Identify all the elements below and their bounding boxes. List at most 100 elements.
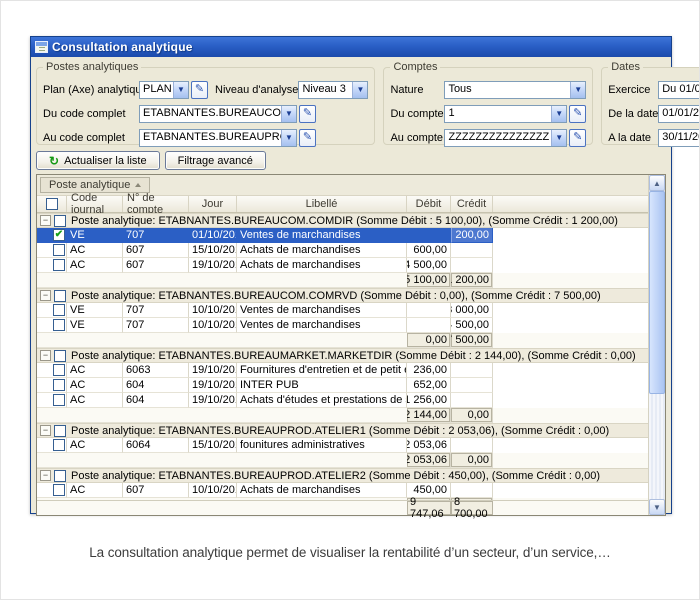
header-jour[interactable]: Jour (189, 196, 237, 212)
du-compte-edit-button[interactable]: ✎ (569, 105, 586, 123)
table-row[interactable]: AC60719/10/2010Achats de marchandises4 5… (37, 258, 648, 273)
cell-libelle: Ventes de marchandises (237, 303, 407, 318)
group-by-poste-analytique[interactable]: Poste analytique (40, 177, 150, 193)
header-debit[interactable]: Débit (407, 196, 451, 212)
chevron-down-icon[interactable]: ▼ (570, 82, 585, 98)
scrollbar-thumb[interactable] (649, 191, 665, 394)
exercice-combobox[interactable]: Du 01/01/10 au 31/12/10 ▼ (658, 81, 700, 99)
chevron-down-icon[interactable]: ▼ (551, 130, 566, 146)
row-checkbox[interactable] (53, 304, 65, 316)
table-row[interactable]: ✔VE70701/10/2010Ventes de marchandises1 … (37, 228, 648, 243)
cell-code-journal: AC (67, 363, 123, 378)
filters-panel-row: Postes analytiques Plan (Axe) analytique… (36, 61, 666, 145)
cell-numero-compte: 607 (123, 483, 189, 498)
a-la-date-combobox[interactable]: 30/11/2010 ▼ (658, 129, 700, 147)
cell-libelle: INTER PUB (237, 378, 407, 393)
collapse-minus-icon[interactable]: − (40, 470, 51, 481)
de-la-date-combobox[interactable]: 01/01/2010 ▼ (658, 105, 700, 123)
filtrage-avance-button[interactable]: Filtrage avancé (165, 151, 266, 170)
app-icon (35, 41, 48, 53)
au-code-complet-combobox[interactable]: ETABNANTES.BUREAUPROD.ATELIER2 ▼ (139, 129, 297, 147)
actualiser-la-liste-button[interactable]: ↻ Actualiser la liste (36, 151, 160, 170)
chevron-down-icon[interactable]: ▼ (551, 106, 566, 122)
group-checkbox[interactable] (54, 470, 66, 482)
row-checkbox[interactable] (53, 439, 65, 451)
cell-filler (493, 273, 648, 288)
cell-jour: 10/10/2010 (189, 303, 237, 318)
group-label: Poste analytique: ETABNANTES.BUREAUCOM.C… (67, 289, 648, 302)
row-checkbox[interactable] (53, 259, 65, 271)
chevron-down-icon[interactable]: ▼ (352, 82, 367, 98)
row-checkbox[interactable] (53, 319, 65, 331)
nature-combobox[interactable]: Tous ▼ (444, 81, 586, 99)
header-numero-compte[interactable]: N° de compte (123, 196, 189, 212)
cell-numero-compte: 707 (123, 318, 189, 333)
cell-libelle: Achats de marchandises (237, 483, 407, 498)
cell-jour: 15/10/2010 (189, 438, 237, 453)
cell-filler (493, 438, 648, 453)
du-code-complet-edit-button[interactable]: ✎ (299, 105, 316, 123)
scroll-up-button[interactable]: ▲ (649, 175, 665, 191)
group-checkbox[interactable] (54, 350, 66, 362)
row-checkbox[interactable]: ✔ (53, 229, 65, 241)
cell-code-journal: VE (67, 318, 123, 333)
plan-axe-combobox[interactable]: PLAN : ▼ (139, 81, 189, 99)
title-bar[interactable]: Consultation analytique (31, 37, 671, 57)
au-compte-combobox[interactable]: ZZZZZZZZZZZZZZZ ▼ (444, 129, 567, 147)
group-header-row[interactable]: −Poste analytique: ETABNANTES.BUREAUPROD… (37, 423, 648, 438)
cell-numero-compte: 607 (123, 243, 189, 258)
row-checkbox[interactable] (53, 379, 65, 391)
table-row[interactable]: VE70710/10/2010Ventes de marchandises4 5… (37, 318, 648, 333)
table-row[interactable]: AC606415/10/2010founitures administrativ… (37, 438, 648, 453)
cell-numero-compte: 604 (123, 393, 189, 408)
collapse-minus-icon[interactable]: − (40, 215, 51, 226)
cell-numero-compte: 707 (123, 228, 189, 243)
header-libelle[interactable]: Libellé (237, 196, 407, 212)
header-credit[interactable]: Crédit (451, 196, 493, 212)
group-checkbox[interactable] (54, 290, 66, 302)
du-compte-combobox[interactable]: 1 ▼ (444, 105, 567, 123)
subtotal-spacer (37, 333, 407, 348)
cell-libelle: founitures administratives (237, 438, 407, 453)
scrollbar-track[interactable] (649, 191, 665, 499)
collapse-minus-icon[interactable]: − (40, 290, 51, 301)
plan-axe-value: PLAN : (140, 82, 173, 98)
group-header-row[interactable]: −Poste analytique: ETABNANTES.BUREAUPROD… (37, 468, 648, 483)
group-header-row[interactable]: −Poste analytique: ETABNANTES.BUREAUMARK… (37, 348, 648, 363)
group-subtotal-row: 0,007 500,00 (37, 333, 648, 348)
group-header-row[interactable]: − Poste analytique: ETABNANTES.BUREAUCOM.… (37, 288, 648, 303)
sort-ascending-icon (135, 183, 141, 187)
group-checkbox[interactable] (54, 215, 66, 227)
table-row[interactable]: AC60710/10/2010Achats de marchandises450… (37, 483, 648, 498)
table-row[interactable]: AC606319/10/2010Fournitures d'entretien … (37, 363, 648, 378)
group-header-row[interactable]: −Poste analytique: ETABNANTES.BUREAUCOM.… (37, 213, 648, 228)
chevron-down-icon[interactable]: ▼ (173, 82, 188, 98)
chevron-down-icon[interactable]: ▼ (281, 106, 296, 122)
pencil-icon: ✎ (573, 132, 582, 143)
header-code-journal[interactable]: Code journal (67, 196, 123, 212)
niveau-analyse-combobox[interactable]: Niveau 3 ▼ (298, 81, 368, 99)
cell-jour: 19/10/2010 (189, 378, 237, 393)
vertical-scrollbar[interactable]: ▲ ▼ (648, 175, 665, 515)
scroll-down-button[interactable]: ▼ (649, 499, 665, 515)
table-row[interactable]: AC60419/10/2010INTER PUB652,00 (37, 378, 648, 393)
row-checkbox-cell (37, 378, 67, 393)
a-la-date-label: A la date (608, 132, 658, 144)
select-all-checkbox[interactable] (46, 198, 58, 210)
cell-libelle: Achats de marchandises (237, 258, 407, 273)
chevron-down-icon[interactable]: ▼ (281, 130, 296, 146)
plan-axe-edit-button[interactable]: ✎ (191, 81, 208, 99)
collapse-minus-icon[interactable]: − (40, 425, 51, 436)
au-code-complet-edit-button[interactable]: ✎ (299, 129, 316, 147)
au-compte-edit-button[interactable]: ✎ (569, 129, 586, 147)
table-row[interactable]: AC60715/10/2010Achats de marchandises600… (37, 243, 648, 258)
table-row[interactable]: VE70710/10/2010Ventes de marchandises3 0… (37, 303, 648, 318)
row-checkbox[interactable] (53, 364, 65, 376)
group-checkbox[interactable] (54, 425, 66, 437)
collapse-minus-icon[interactable]: − (40, 350, 51, 361)
row-checkbox[interactable] (53, 484, 65, 496)
row-checkbox[interactable] (53, 394, 65, 406)
table-row[interactable]: AC60419/10/2010Achats d'études et presta… (37, 393, 648, 408)
du-code-complet-combobox[interactable]: ETABNANTES.BUREAUCOM.COMDIR ▼ (139, 105, 297, 123)
row-checkbox[interactable] (53, 244, 65, 256)
